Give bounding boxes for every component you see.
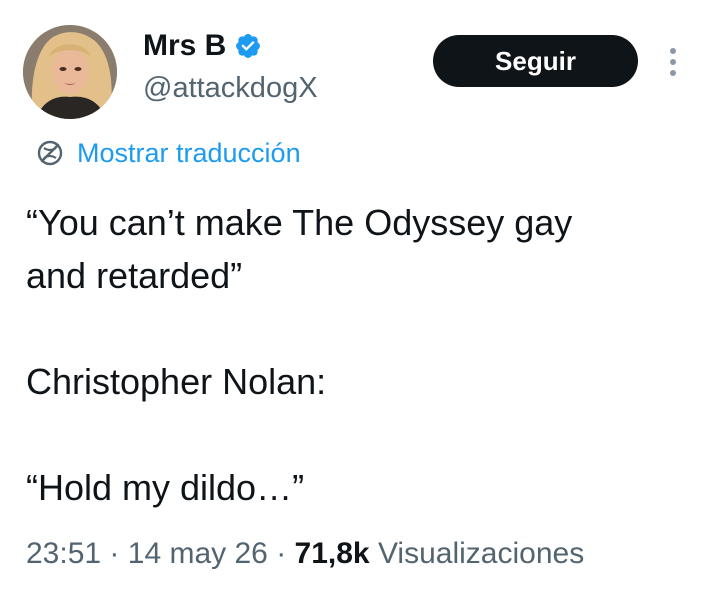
meta-separator: · (109, 537, 120, 570)
author-handle[interactable]: @attackdogX (143, 70, 318, 106)
avatar-image (23, 25, 117, 119)
more-vertical-icon (670, 48, 676, 54)
author-display-name[interactable]: Mrs B (143, 28, 226, 64)
views-label[interactable]: Visualizaciones (378, 537, 584, 570)
tweet-time[interactable]: 23:51 (26, 537, 101, 570)
tweet-line-break (26, 302, 686, 355)
avatar[interactable] (23, 25, 117, 119)
views-count[interactable]: 71,8k (295, 537, 370, 570)
globe-icon (33, 136, 67, 170)
tweet-text: “You can’t make The Odyssey gay and reta… (26, 196, 686, 514)
show-translation-label[interactable]: Mostrar traducción (77, 138, 301, 169)
tweet-line: Christopher Nolan: (26, 361, 327, 402)
more-vertical-icon-dot (670, 59, 676, 65)
tweet-card: Mrs B @attackdogX Seguir Mostrar traducc… (0, 0, 709, 599)
meta-separator: · (276, 537, 287, 570)
more-vertical-icon-dot (670, 70, 676, 76)
show-translation-link[interactable]: Mostrar traducción (33, 133, 301, 173)
tweet-line: and retarded” (26, 255, 243, 296)
more-options-button[interactable] (660, 42, 686, 82)
tweet-line-break (26, 408, 686, 461)
tweet-meta: 23:51 · 14 may 26 · 71,8k Visualizacione… (26, 534, 584, 574)
follow-button[interactable]: Seguir (433, 35, 638, 87)
tweet-line: “You can’t make The Odyssey gay (26, 202, 573, 243)
tweet-line: “Hold my dildo…” (26, 467, 305, 508)
verified-badge-icon (234, 32, 262, 60)
tweet-date[interactable]: 14 may 26 (128, 537, 268, 570)
author-name-row[interactable]: Mrs B (143, 26, 262, 66)
